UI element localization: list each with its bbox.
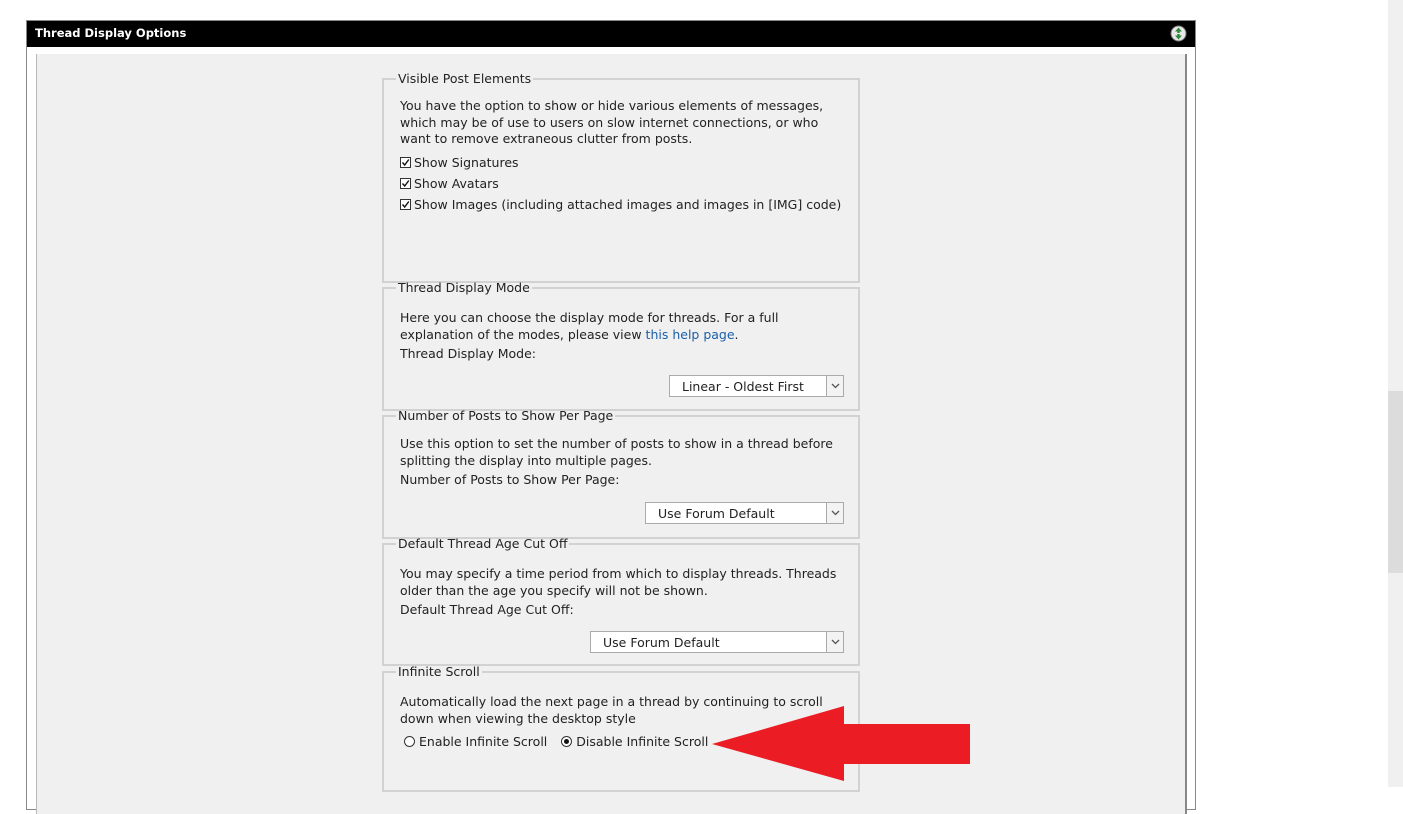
option-show-avatars[interactable]: Show Avatars <box>400 173 842 194</box>
posts-per-page-select[interactable]: Use Forum Default <box>645 502 844 524</box>
thread-display-mode-fieldset: Thread Display Mode Here you can choose … <box>382 280 860 411</box>
option-label: Show Signatures <box>414 154 519 170</box>
panel-title: Thread Display Options <box>35 26 187 40</box>
panel-body: Visible Post Elements You have the optio… <box>36 54 1187 814</box>
option-label: Enable Infinite Scroll <box>419 734 548 749</box>
panel-header: Thread Display Options <box>27 21 1195 47</box>
checkbox-show-signatures[interactable] <box>400 156 411 168</box>
thread-display-options-panel: Thread Display Options Visible Post Elem… <box>26 20 1196 814</box>
field-label-age-cutoff: Default Thread Age Cut Off: <box>400 602 574 617</box>
option-enable-infinite-scroll[interactable]: Enable Infinite Scroll <box>404 734 547 749</box>
select-value: Use Forum Default <box>603 635 720 650</box>
checkbox-show-avatars[interactable] <box>400 177 411 189</box>
dropdown-arrow[interactable] <box>826 376 843 396</box>
select-value: Use Forum Default <box>658 506 775 521</box>
visible-post-elements-fieldset: Visible Post Elements You have the optio… <box>382 71 860 283</box>
chevron-down-icon <box>831 510 840 516</box>
help-page-link[interactable]: this help page <box>646 327 735 342</box>
age-cutoff-select[interactable]: Use Forum Default <box>590 631 844 653</box>
fieldset-description: Here you can choose the display mode for… <box>400 310 842 343</box>
dropdown-arrow[interactable] <box>826 632 843 652</box>
checkbox-show-images[interactable] <box>400 198 411 210</box>
option-label: Disable Infinite Scroll <box>576 734 709 749</box>
collapse-arrows-icon[interactable] <box>1170 25 1187 42</box>
fieldset-legend: Number of Posts to Show Per Page <box>398 408 614 423</box>
radio-disable-infinite-scroll[interactable] <box>561 736 573 747</box>
fieldset-legend: Thread Display Mode <box>398 280 530 295</box>
fieldset-legend: Visible Post Elements <box>398 71 532 86</box>
thread-age-cutoff-fieldset: Default Thread Age Cut Off You may speci… <box>382 536 860 666</box>
option-label: Show Avatars <box>414 175 499 191</box>
fieldset-description: Use this option to set the number of pos… <box>400 436 833 468</box>
fieldset-legend: Default Thread Age Cut Off <box>398 536 568 551</box>
select-value: Linear - Oldest First <box>682 379 804 394</box>
chevron-down-icon <box>831 639 840 645</box>
fieldset-description: You may specify a time period from which… <box>400 566 837 598</box>
fieldset-description: You have the option to show or hide vari… <box>400 98 824 146</box>
dropdown-arrow[interactable] <box>826 503 843 523</box>
thread-display-mode-select[interactable]: Linear - Oldest First <box>669 375 844 397</box>
option-show-signatures[interactable]: Show Signatures <box>400 152 842 173</box>
posts-per-page-fieldset: Number of Posts to Show Per Page Use thi… <box>382 408 860 539</box>
page-scrollbar[interactable] <box>1388 0 1403 787</box>
description-text-end: . <box>734 326 739 342</box>
scrollbar-thumb[interactable] <box>1388 391 1403 573</box>
field-label-posts-per-page: Number of Posts to Show Per Page: <box>400 472 620 487</box>
fieldset-legend: Infinite Scroll <box>398 664 480 679</box>
red-pointer-arrow-icon <box>712 706 970 781</box>
field-label-thread-display-mode: Thread Display Mode: <box>400 346 536 361</box>
option-label: Show Images (including attached images a… <box>414 196 842 212</box>
chevron-down-icon <box>831 383 840 389</box>
radio-enable-infinite-scroll[interactable] <box>404 736 415 747</box>
option-show-images[interactable]: Show Images (including attached images a… <box>400 196 842 214</box>
option-disable-infinite-scroll[interactable]: Disable Infinite Scroll <box>561 734 708 749</box>
